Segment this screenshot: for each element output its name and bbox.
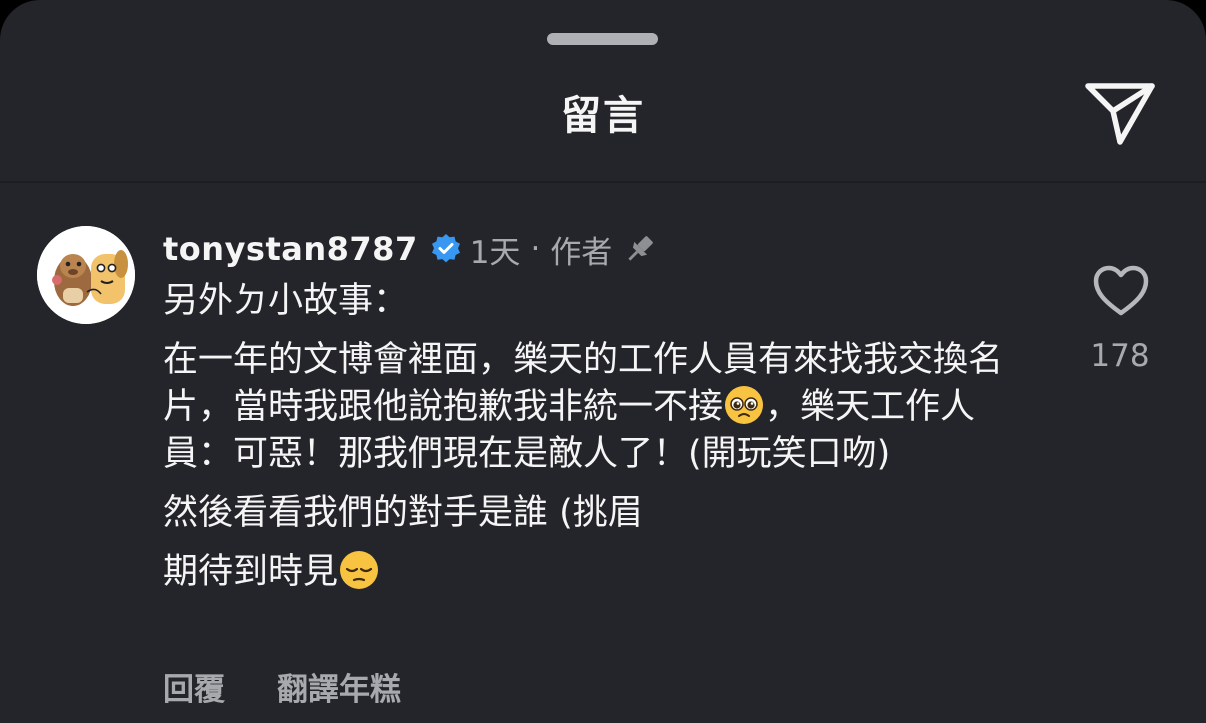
comment-paragraph: 然後看看我們的對手是誰 (挑眉 [163,493,643,533]
sheet-title: 留言 [561,93,645,139]
pensive-face-emoji [340,551,379,589]
verified-badge-icon [431,234,460,263]
comment-paragraph: 期待到時見 [163,549,1043,596]
comment-actions: 回覆 翻譯年糕 [163,664,401,709]
reply-button[interactable]: 回覆 [163,664,225,709]
heart-icon[interactable] [1092,264,1150,318]
comment-time: 1天 [469,234,521,271]
pleading-face-emoji [725,386,764,424]
translate-button[interactable]: 翻譯年糕 [277,664,401,709]
username[interactable]: tonystan8787 [163,230,418,268]
comment-meta: tonystan8787 1天 · 作者 [163,226,658,272]
header-divider [0,181,1206,183]
pin-icon [628,236,654,261]
comment-body: 另外ㄉ小故事： 在一年的文博會裡面，樂天的工作人員有來找我交換名片，當時我跟他說… [163,278,1043,596]
author-label: 作者 [550,234,613,271]
meta-separator: · [530,231,541,267]
comment-text: 期待到時見 [163,552,339,592]
avatar[interactable] [37,226,135,324]
comment-paragraph: 另外ㄉ小故事： [163,281,409,321]
comments-sheet: 留言 tonystan8787 1天 · 作者 另外ㄉ小故事： 在一年的文博會裡… [0,0,1206,723]
comment-paragraph: 在一年的文博會裡面，樂天的工作人員有來找我交換名片，當時我跟他說抱歉我非統一不接… [163,337,1043,478]
like-count: 178 [1090,338,1150,374]
paper-plane-icon[interactable] [1080,78,1160,150]
sheet-grabber[interactable] [547,33,658,45]
